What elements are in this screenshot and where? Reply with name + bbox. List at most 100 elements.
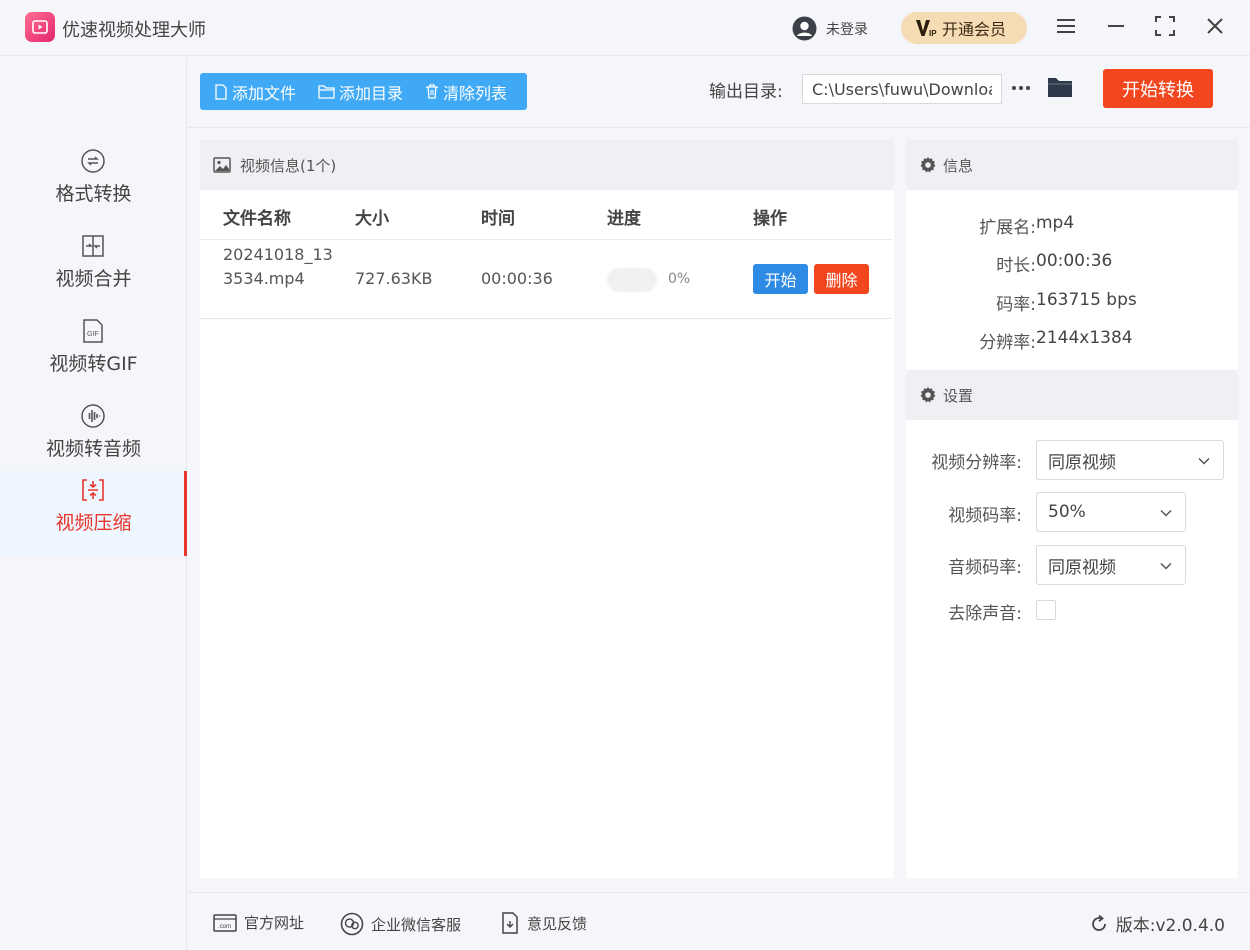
column-header-duration: 时间: [481, 209, 515, 229]
add-dir-label: 添加目录: [339, 83, 404, 103]
chevron-down-icon: [1160, 509, 1172, 517]
gear-icon: [920, 387, 936, 403]
audio-bitrate-select[interactable]: 同原视频: [1036, 545, 1186, 585]
remove-audio-checkbox[interactable]: [1036, 600, 1056, 620]
start-convert-button[interactable]: 开始转换: [1103, 69, 1213, 108]
file-icon: [215, 83, 227, 100]
duration-label: 时长:: [996, 256, 1036, 276]
footer: .com 官方网址 企业微信客服 意见反馈 版本:v2.0.4.0: [188, 892, 1250, 950]
sidebar-item-video-to-gif[interactable]: GIF 视频转GIF: [0, 312, 187, 397]
video-list-panel: 视频信息(1个) 文件名称 大小 时间 进度 操作 20241018_13353…: [200, 140, 894, 878]
minimize-icon[interactable]: [1104, 14, 1128, 38]
info-panel-header: 信息: [906, 140, 1238, 190]
video-bitrate-label: 视频码率:: [948, 506, 1022, 526]
version-info: 版本:v2.0.4.0: [1089, 911, 1225, 936]
file-toolbar: 添加文件 添加目录 清除列表: [200, 73, 527, 110]
video-panel-header: 视频信息(1个): [200, 140, 894, 190]
svg-text:IP: IP: [929, 29, 937, 38]
folder-outline-icon: [318, 85, 335, 99]
refresh-icon[interactable]: [1089, 914, 1109, 934]
format-convert-icon: [81, 149, 105, 173]
menu-icon[interactable]: [1054, 14, 1078, 38]
open-folder-icon[interactable]: [1046, 74, 1074, 100]
divider: [200, 318, 892, 319]
svg-text:GIF: GIF: [87, 331, 99, 338]
file-duration-cell: 00:00:36: [481, 269, 553, 288]
column-header-size: 大小: [355, 209, 389, 229]
progress-bar: [607, 268, 657, 292]
extension-value: mp4: [1036, 213, 1075, 233]
vip-label: 开通会员: [942, 20, 1007, 39]
compress-icon: [82, 479, 104, 501]
settings-panel-header: 设置: [906, 370, 1238, 420]
feedback-link[interactable]: 意见反馈: [500, 912, 587, 934]
gif-icon: GIF: [83, 319, 103, 343]
image-icon: [213, 157, 231, 173]
divider: [188, 127, 1250, 128]
sidebar-item-label: 视频转音频: [45, 438, 141, 460]
settings-panel-title: 设置: [943, 386, 974, 405]
row-delete-button[interactable]: 删除: [814, 264, 869, 294]
video-resolution-value: 同原视频: [1048, 452, 1116, 473]
remove-audio-label: 去除声音:: [948, 604, 1022, 624]
add-dir-button[interactable]: 添加目录: [318, 80, 403, 104]
login-status[interactable]: 未登录: [826, 19, 868, 39]
gear-icon: [920, 157, 936, 173]
audio-bitrate-label: 音频码率:: [948, 558, 1022, 578]
row-start-button[interactable]: 开始: [753, 264, 808, 294]
trash-icon: [426, 84, 439, 99]
resolution-value: 2144x1384: [1036, 328, 1133, 348]
video-panel-title: 视频信息(1个): [240, 156, 337, 175]
vip-icon: IP: [916, 20, 937, 38]
feedback-icon: [502, 912, 518, 934]
sidebar-item-label: 视频压缩: [55, 512, 132, 534]
divider: [200, 239, 892, 240]
sidebar-item-video-compress[interactable]: 视频压缩: [0, 471, 187, 556]
wechat-service-link[interactable]: 企业微信客服: [340, 912, 461, 936]
video-bitrate-select[interactable]: 50%: [1036, 492, 1186, 532]
website-icon: .com: [213, 913, 237, 932]
duration-value: 00:00:36: [1036, 251, 1113, 271]
bitrate-label: 码率:: [996, 295, 1036, 315]
sidebar-item-label: 格式转换: [55, 183, 132, 205]
column-header-progress: 进度: [607, 209, 641, 229]
sidebar-item-label: 视频合并: [55, 268, 132, 290]
sidebar-item-video-to-audio[interactable]: 视频转音频: [0, 397, 187, 482]
website-link[interactable]: .com 官方网址: [213, 912, 304, 933]
progress-percent: 0%: [668, 271, 691, 287]
app-title: 优速视频处理大师: [62, 20, 206, 41]
video-resolution-label: 视频分辨率:: [931, 453, 1022, 473]
add-file-label: 添加文件: [232, 83, 297, 103]
video-bitrate-value: 50%: [1048, 502, 1086, 522]
svg-text:.com: .com: [218, 924, 231, 930]
user-avatar-icon[interactable]: [792, 16, 817, 41]
add-file-button[interactable]: 添加文件: [214, 80, 296, 104]
sidebar-item-label: 视频转GIF: [49, 353, 138, 375]
sidebar: 格式转换 视频合并 GIF 视频转GIF 视频转音频 视频压缩: [0, 57, 187, 950]
app-logo: [25, 12, 55, 42]
column-header-name: 文件名称: [223, 209, 291, 229]
column-header-actions: 操作: [753, 209, 787, 229]
title-bar: 优速视频处理大师 未登录 IP 开通会员: [0, 0, 1250, 56]
sidebar-item-video-merge[interactable]: 视频合并: [0, 227, 187, 312]
output-dir-label: 输出目录:: [709, 82, 783, 102]
output-dir-input[interactable]: [802, 74, 1002, 104]
info-panel-title: 信息: [943, 156, 974, 175]
feedback-label: 意见反馈: [527, 914, 588, 933]
clear-list-button[interactable]: 清除列表: [425, 80, 507, 104]
video-resolution-select[interactable]: 同原视频: [1036, 440, 1224, 480]
more-options-icon[interactable]: [1010, 76, 1032, 100]
video-merge-icon: [82, 235, 104, 257]
extension-label: 扩展名:: [979, 218, 1036, 238]
chevron-down-icon: [1160, 562, 1172, 570]
audio-icon: [81, 404, 105, 428]
version-label: 版本:v2.0.4.0: [1115, 916, 1225, 936]
sidebar-item-format-convert[interactable]: 格式转换: [0, 142, 187, 227]
website-label: 官方网址: [244, 914, 305, 932]
close-icon[interactable]: [1203, 14, 1227, 38]
maximize-icon[interactable]: [1153, 14, 1177, 38]
video-play-icon: [32, 20, 48, 34]
clear-list-label: 清除列表: [443, 83, 508, 103]
file-name-cell: 20241018_133534.mp4: [223, 245, 333, 288]
vip-button[interactable]: IP 开通会员: [901, 12, 1027, 44]
